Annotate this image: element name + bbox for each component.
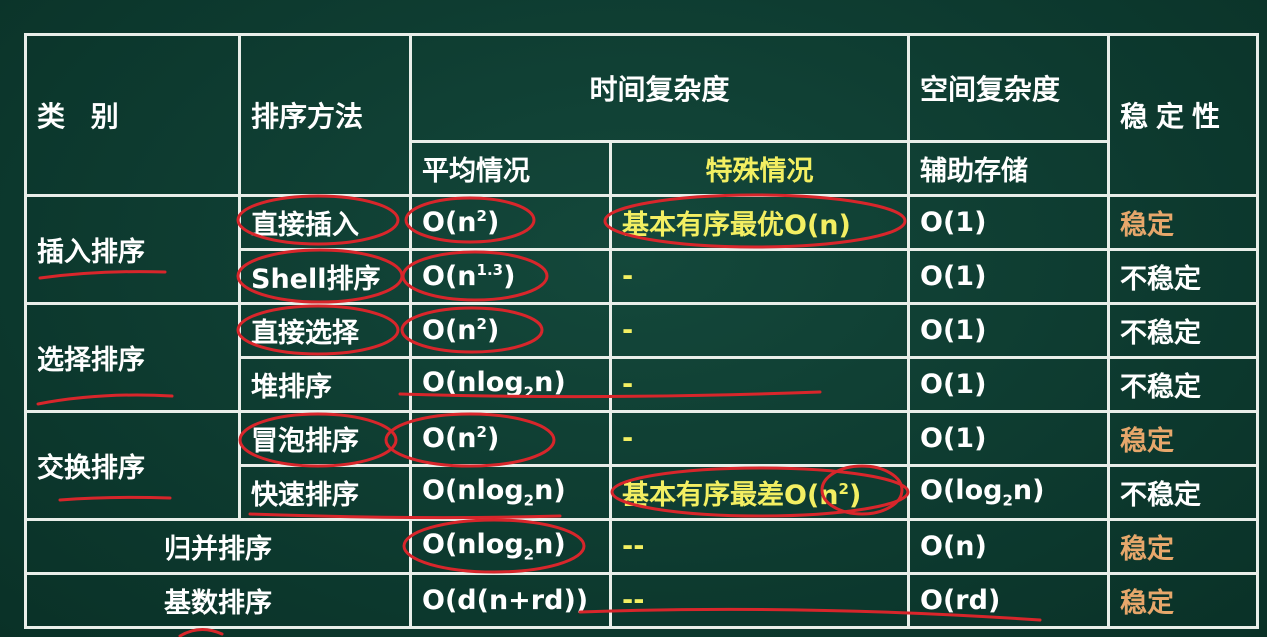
space-cell: O(log2n): [907, 464, 1111, 521]
header-category: 类 别: [24, 33, 241, 197]
space-cell: O(1): [907, 410, 1111, 467]
stability-cell: 不稳定: [1107, 464, 1260, 521]
special-cell: --: [608, 572, 911, 629]
average-cell: O(n2): [409, 410, 612, 467]
special-cell: --: [608, 518, 911, 575]
special-cell: -: [608, 410, 911, 467]
header-average: 平均情况: [409, 140, 612, 197]
method-cell: 直接插入: [238, 194, 412, 251]
table-row: 交换排序 冒泡排序 O(n2) - O(1) 稳定: [24, 410, 1260, 521]
group-selection: 选择排序: [24, 302, 241, 413]
average-cell: O(nlog2n): [409, 464, 612, 521]
stability-cell: 不稳定: [1107, 302, 1260, 359]
stability-cell: 稳定: [1107, 572, 1260, 629]
special-cell: -: [608, 302, 911, 359]
method-cell: 冒泡排序: [238, 410, 412, 467]
average-cell: O(d(n+rd)): [409, 572, 612, 629]
header-time-complexity: 时间复杂度: [408, 33, 911, 143]
method-cell: 快速排序: [238, 464, 412, 521]
space-cell: O(1): [907, 356, 1111, 413]
space-cell: O(rd): [907, 572, 1111, 629]
average-cell: O(n2): [409, 194, 612, 251]
group-exchange: 交换排序: [24, 410, 241, 521]
table-row: 归并排序 O(nlog2n) -- O(n) 稳定: [24, 518, 1260, 575]
space-cell: O(1): [907, 248, 1111, 305]
stability-cell: 稳定: [1107, 194, 1260, 251]
average-cell: O(n2): [409, 302, 612, 359]
average-cell: O(nlog2n): [409, 518, 612, 575]
average-cell: O(nlog2n): [409, 356, 612, 413]
method-cell: 堆排序: [238, 356, 412, 413]
method-cell: 直接选择: [238, 302, 412, 359]
method-radix: 基数排序: [24, 572, 412, 629]
table-row: 选择排序 直接选择 O(n2) - O(1) 不稳定: [24, 302, 1260, 413]
space-cell: O(n): [907, 518, 1111, 575]
header-space-complexity: 空间复杂度: [907, 33, 1111, 143]
stability-cell: 不稳定: [1107, 248, 1260, 305]
group-insertion: 插入排序: [24, 194, 241, 305]
sorting-complexity-table: 类 别 排序方法 时间复杂度 空间复杂度 稳定性 平均情况 特殊情况 辅助存储 …: [24, 33, 1260, 629]
special-cell: -: [608, 356, 911, 413]
stability-cell: 稳定: [1107, 410, 1260, 467]
space-cell: O(1): [907, 302, 1111, 359]
header-method: 排序方法: [238, 33, 412, 197]
method-cell: Shell排序: [238, 248, 412, 305]
table-row: 基数排序 O(d(n+rd)) -- O(rd) 稳定: [24, 572, 1260, 629]
header-stability: 稳定性: [1107, 33, 1260, 197]
header-auxiliary: 辅助存储: [907, 140, 1111, 197]
average-cell: O(n1.3): [409, 248, 612, 305]
header-special: 特殊情况: [608, 140, 911, 197]
space-cell: O(1): [907, 194, 1111, 251]
table-row: 插入排序 直接插入 O(n2) 基本有序最优O(n) O(1) 稳定: [24, 194, 1260, 305]
method-merge: 归并排序: [24, 518, 412, 575]
special-cell: 基本有序最差O(n2): [608, 464, 911, 521]
special-cell: -: [608, 248, 911, 305]
stability-cell: 不稳定: [1107, 356, 1260, 413]
special-cell: 基本有序最优O(n): [608, 194, 911, 251]
stability-cell: 稳定: [1107, 518, 1260, 575]
